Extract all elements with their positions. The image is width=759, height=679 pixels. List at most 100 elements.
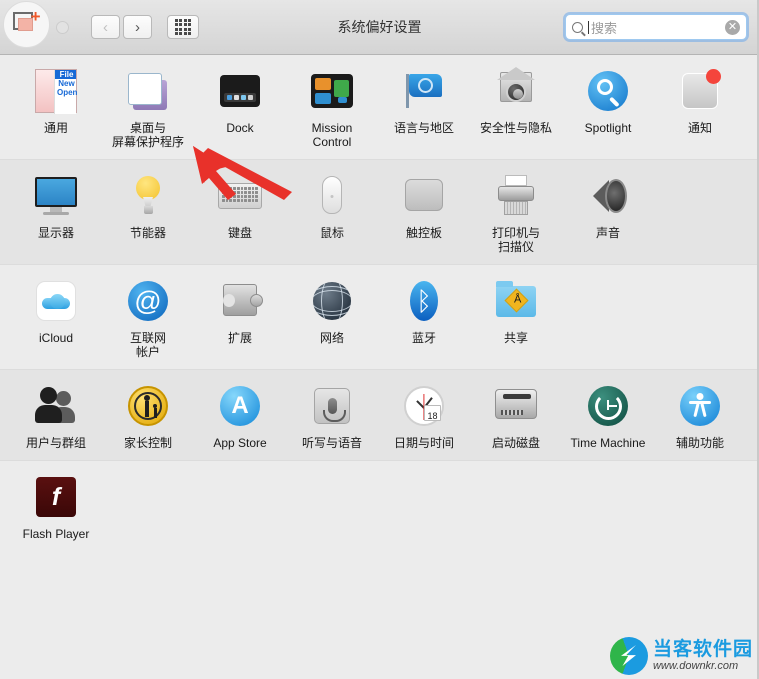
site-watermark: 当客软件园 www.downkr.com [609,637,753,675]
watermark-logo-icon [609,637,648,675]
pref-users-groups[interactable]: 用户与群组 [10,382,102,450]
pref-extensions[interactable]: 扩展 [194,277,286,359]
mc-screen-shape [311,74,353,108]
window-front-shape [128,73,162,105]
zoom-window-button[interactable] [56,20,69,34]
trackpad-icon-art [401,173,447,219]
time-machine-ring-shape [594,392,622,420]
hard-disk-icon [492,382,540,430]
mission-control-icon [308,67,356,115]
globe-icon [308,277,356,325]
speaker-driver-shape [605,179,627,213]
puzzle-knob-shape [250,294,263,307]
desktop-icon-art [125,68,171,114]
watermark-title: 当客软件园 [652,639,753,660]
section-other: f Flash Player [0,461,759,551]
pref-time-machine[interactable]: Time Machine [562,382,654,450]
mic-tile-shape [314,388,350,424]
pref-displays[interactable]: 显示器 [10,172,102,254]
icloud-icon [32,277,80,325]
pref-desktop-screensaver[interactable]: 桌面与 屏幕保护程序 [102,67,194,149]
pref-sound[interactable]: 声音 [562,172,654,254]
screenshot-add-icon[interactable]: + [3,1,50,48]
section-internet-wireless: iCloud @ 互联网 帐户 扩展 网络 ᛒ 蓝牙 Å 共享 [0,265,759,370]
pref-icloud[interactable]: iCloud [10,277,102,359]
back-button[interactable]: ‹ [91,15,120,39]
app-store-icon: A [216,382,264,430]
preference-row: File New Open 通用 桌面与 屏幕保护程序 Dock Mission… [0,55,759,159]
pref-trackpad[interactable]: 触控板 [378,172,470,254]
road-sign-shape [504,288,529,313]
time-machine-icon [584,382,632,430]
mission-control-icon-art [309,68,355,114]
clock-icon: 18 [400,382,448,430]
pref-parental-controls[interactable]: 家长控制 [102,382,194,450]
pref-startup-disk[interactable]: 启动磁盘 [470,382,562,450]
pref-energy-saver[interactable]: 节能器 [102,172,194,254]
pref-label: 扩展 [227,331,252,345]
app-store-a-glyph: A [231,392,249,419]
mic-capsule-shape [322,398,346,422]
pref-sharing[interactable]: 共享 [470,277,562,359]
icloud-icon-art [33,278,79,324]
monitor-foot-shape [43,212,69,215]
pref-bluetooth[interactable]: ᛒ 蓝牙 [378,277,470,359]
trackpad-icon [400,172,448,220]
tm-hand-horizontal [608,404,617,407]
dock-bar-shape [224,93,256,102]
preference-row: f Flash Player [0,461,759,551]
printer-output-shape [504,201,528,215]
grid-dots-icon [174,18,192,36]
clear-search-icon[interactable]: ✕ [725,19,740,35]
pref-network[interactable]: 网络 [286,277,378,359]
pref-printers-scanners[interactable]: 打印机与 扫描仪 [470,172,562,254]
section-hardware: 显示器 节能器 键盘 鼠标 触控板 打印机与 扫描仪 声音 [0,160,759,265]
section-system: 用户与群组 家长控制 A App Store 听写与语音 18 日期与时间 启动… [0,370,759,461]
pref-spotlight[interactable]: Spotlight [562,67,654,149]
safe-dial-shape [506,82,526,102]
display-icon [32,172,80,220]
show-all-button[interactable] [167,15,199,39]
desktop-screensaver-icon [124,67,172,115]
dock-icon-art [217,68,263,114]
pref-date-time[interactable]: 18 日期与时间 [378,382,470,450]
pref-mouse[interactable]: 鼠标 [286,172,378,254]
at-icon-art: @ [125,278,171,324]
language-region-flag-icon [400,67,448,115]
disk-body-shape [495,389,537,419]
pref-keyboard[interactable]: 键盘 [194,172,286,254]
speaker-icon-art [585,173,631,219]
pref-internet-accounts[interactable]: @ 互联网 帐户 [102,277,194,359]
roof-shape [497,67,535,80]
pref-label: 家长控制 [123,436,172,450]
app-store-circle-shape: A [220,386,260,426]
pref-language-region[interactable]: 语言与地区 [378,67,470,149]
pref-label: 通用 [43,121,68,135]
pref-label: 鼠标 [319,226,344,240]
printer-icon [492,172,540,220]
red-badge-icon [706,69,721,84]
flag-icon-art [401,68,447,114]
forward-button[interactable]: › [123,15,152,39]
pref-label: 安全性与隐私 [479,121,552,135]
pref-flash-player[interactable]: f Flash Player [10,473,102,541]
general-icon-art: File New Open [35,69,77,114]
pref-notifications[interactable]: 通知 [654,67,746,149]
disk-slot-shape [503,394,531,399]
pref-general[interactable]: File New Open 通用 [10,67,102,149]
pref-security-privacy[interactable]: 安全性与隐私 [470,67,562,149]
keyboard-body-shape [218,183,262,209]
pref-accessibility[interactable]: 辅助功能 [654,382,746,450]
pref-label: 节能器 [129,226,166,240]
printer-icon-art [493,173,539,219]
pref-mission-control[interactable]: Mission Control [286,67,378,149]
pref-dock[interactable]: Dock [194,67,286,149]
notifications-icon [676,67,724,115]
pref-app-store[interactable]: A App Store [194,382,286,450]
sharing-folder-icon [492,277,540,325]
folder-shape [496,281,536,317]
puzzle-piece-icon [216,277,264,325]
search-input[interactable]: 搜索 ✕ [565,14,747,40]
pref-dictation-speech[interactable]: 听写与语音 [286,382,378,450]
system-preferences-window: + ‹ › 系统偏好设置 搜索 ✕ File New Open 通用 桌面与 屏… [0,0,759,679]
